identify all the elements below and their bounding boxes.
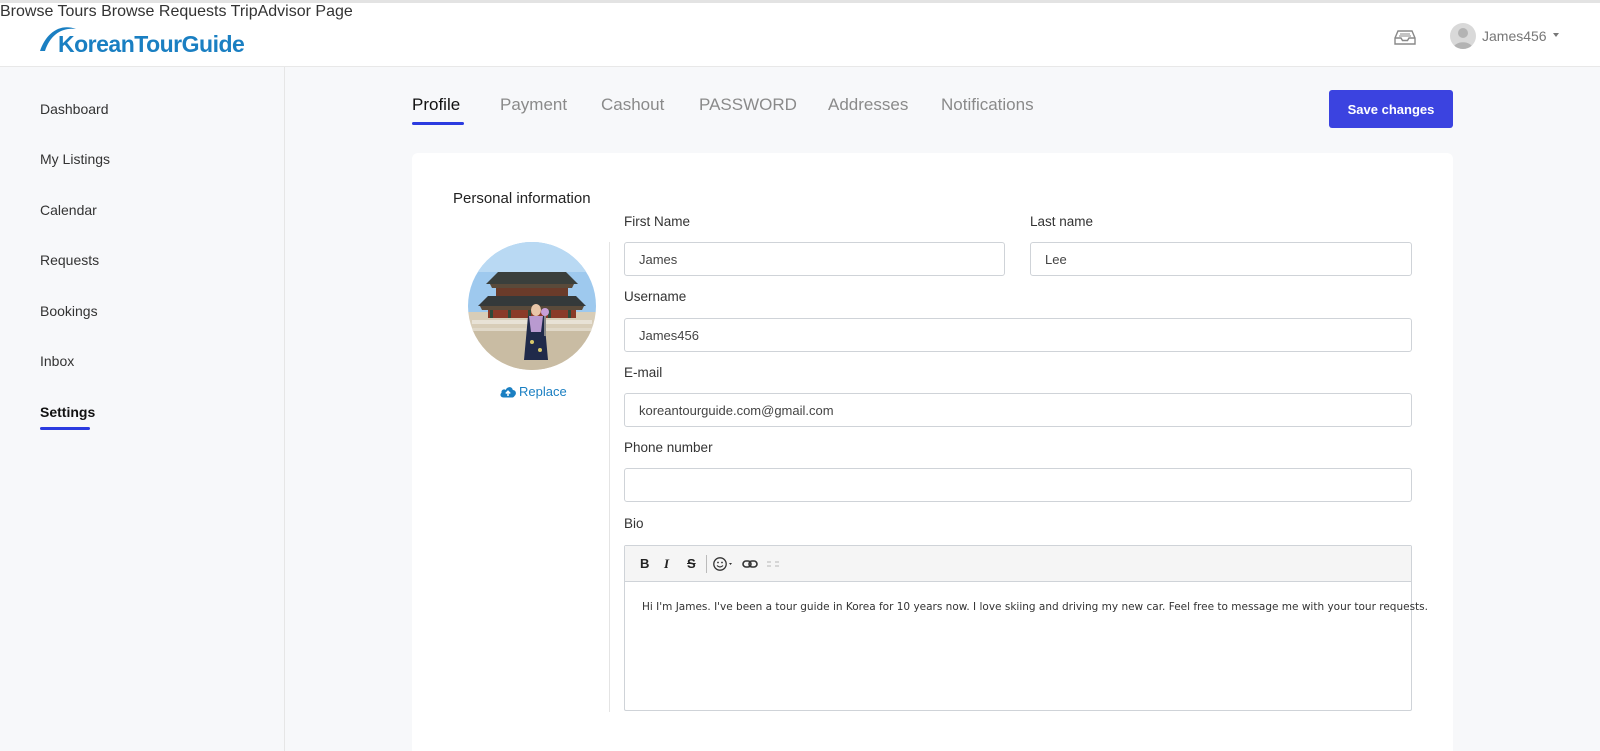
strikethrough-button[interactable]: S [687,556,696,571]
phone-input[interactable] [624,468,1412,502]
nav-browse-requests[interactable]: Browse Requests [101,3,226,20]
user-avatar[interactable] [1450,23,1476,49]
email-label: E-mail [624,365,663,380]
sidebar-item-bookings[interactable]: Bookings [40,303,98,319]
brand-name: KoreanTourGuide [58,31,245,57]
first-name-input[interactable] [624,242,1005,276]
chevron-down-icon[interactable] [1553,33,1559,37]
bio-label: Bio [624,516,644,531]
first-name-label: First Name [624,214,691,229]
bio-editor[interactable]: B I S Hi I'm James. I've been a tour gui… [624,545,1428,711]
sidebar-item-inbox[interactable]: Inbox [40,353,74,369]
link-icon[interactable] [742,557,758,575]
tab-notifications[interactable]: Notifications [941,95,1034,115]
personal-information-card: Personal information Replace First Name … [412,153,1453,751]
section-title: Personal information [453,190,591,207]
save-changes-button[interactable]: Save changes [1329,90,1453,128]
replace-photo-label: Replace [519,384,567,399]
nav-tripadvisor-page[interactable]: TripAdvisor Page [231,3,353,20]
unlink-icon[interactable] [765,557,781,575]
sidebar-item-settings[interactable]: Settings [40,404,95,420]
email-input[interactable] [624,393,1412,427]
last-name-input[interactable] [1030,242,1412,276]
tab-cashout[interactable]: Cashout [601,95,664,115]
username-input[interactable] [624,318,1412,352]
replace-photo-link[interactable]: Replace [499,384,567,399]
tab-addresses[interactable]: Addresses [828,95,908,115]
sidebar-item-requests[interactable]: Requests [40,252,99,268]
phone-label: Phone number [624,440,713,455]
sidebar-item-calendar[interactable]: Calendar [40,202,97,218]
tab-profile[interactable]: Profile [412,95,460,115]
sidebar-active-indicator [40,427,90,430]
tab-password[interactable]: PASSWORD [699,95,797,115]
inbox-tray-icon[interactable] [1394,29,1416,50]
settings-sidebar: Dashboard My Listings Calendar Requests … [0,67,285,751]
italic-button[interactable]: I [664,556,669,572]
tab-active-indicator [412,122,464,125]
cloud-upload-icon [500,387,516,398]
tab-payment[interactable]: Payment [500,95,567,115]
bold-button[interactable]: B [640,556,649,571]
emoji-icon[interactable] [712,556,736,576]
top-navigation-bar: KoreanTourGuide Browse Tours Browse Requ… [0,0,1600,67]
nav-browse-tours[interactable]: Browse Tours [0,3,97,20]
bio-text[interactable]: Hi I'm James. I've been a tour guide in … [642,601,1428,613]
brand-logo[interactable]: KoreanTourGuide [38,21,278,57]
toolbar-separator [706,555,707,573]
profile-photo [468,242,596,370]
last-name-label: Last name [1030,214,1094,229]
user-menu-name[interactable]: James456 [1482,28,1547,44]
editor-toolbar: B I S [625,546,1411,582]
sidebar-item-my-listings[interactable]: My Listings [40,151,110,167]
username-label: Username [624,289,687,304]
sidebar-item-dashboard[interactable]: Dashboard [40,101,109,117]
vertical-divider [609,242,610,712]
